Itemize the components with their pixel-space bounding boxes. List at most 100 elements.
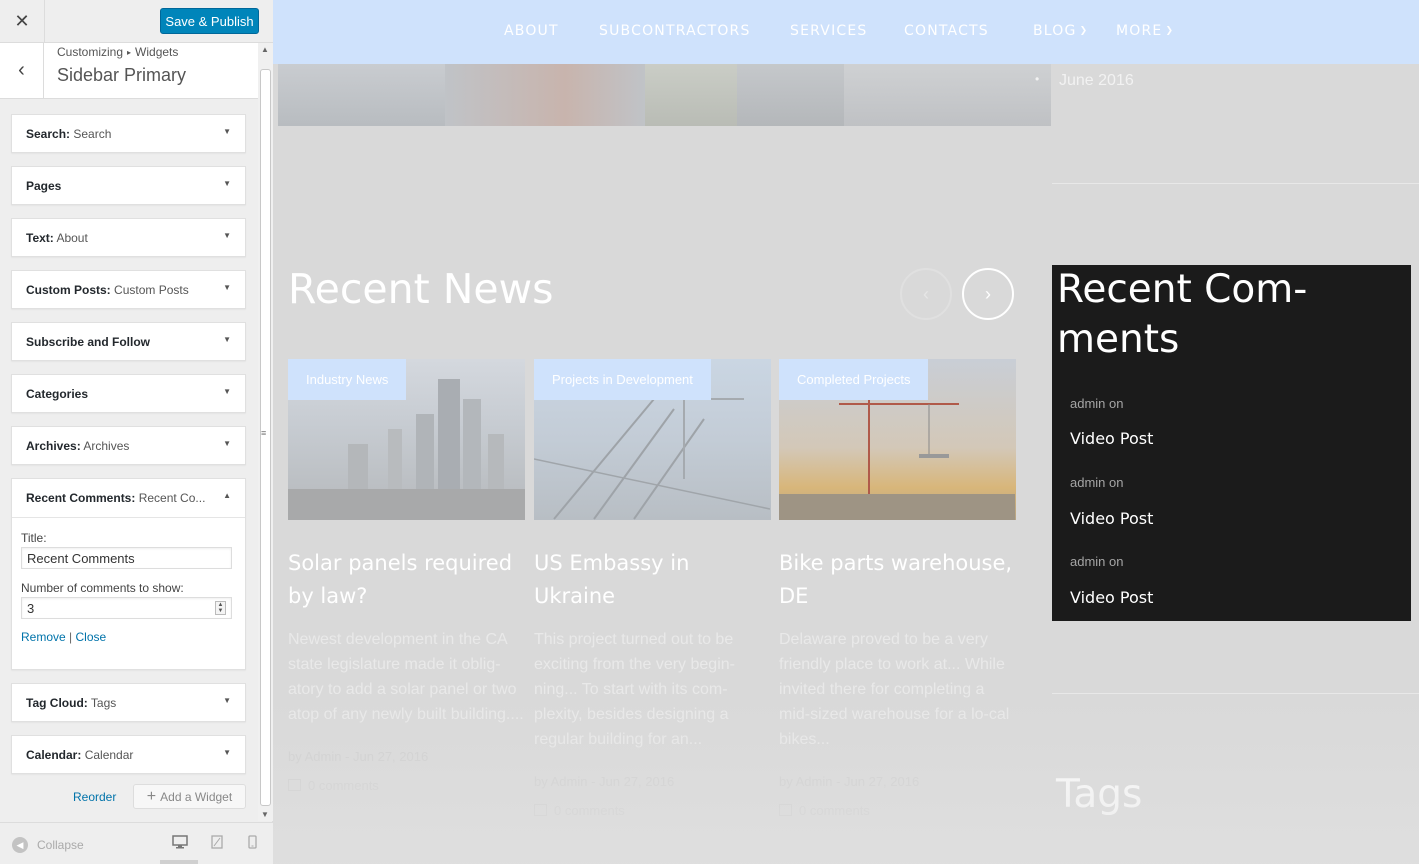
widget-text-about[interactable]: Text: About ▼ bbox=[11, 218, 246, 257]
widget-calendar[interactable]: Calendar: Calendar ▼ bbox=[11, 735, 246, 774]
close-icon[interactable]: ✕ bbox=[0, 0, 45, 43]
expand-arrow-icon[interactable]: ▼ bbox=[223, 335, 231, 344]
nav-more[interactable]: MORE ❯ bbox=[1116, 23, 1174, 39]
gallery-image bbox=[278, 64, 445, 126]
nav-blog-label: BLOG bbox=[1033, 23, 1077, 39]
title-label: Title: bbox=[21, 531, 47, 545]
widget-subtitle: Search bbox=[73, 127, 112, 141]
recent-comments-title: Recent Com-ments bbox=[1057, 267, 1308, 362]
collapse-label: Collapse bbox=[37, 838, 84, 852]
nav-blog[interactable]: BLOG ❯ bbox=[1033, 23, 1088, 39]
news-card[interactable]: Completed Projects Bike parts warehouse,… bbox=[779, 359, 1016, 818]
comment-author: admin on bbox=[1070, 475, 1124, 490]
spinner-icon[interactable]: ▲ ▼ bbox=[215, 601, 226, 615]
scroll-up-icon[interactable]: ▲ bbox=[261, 45, 269, 54]
comment-post-link[interactable]: Video Post bbox=[1070, 588, 1153, 607]
news-excerpt: Newest development in the CA state legis… bbox=[288, 631, 524, 723]
widget-pages[interactable]: Pages ▼ bbox=[11, 166, 246, 205]
news-image[interactable]: Projects in Development bbox=[534, 359, 771, 520]
chevron-down-icon: ❯ bbox=[1079, 26, 1089, 36]
tablet-icon[interactable] bbox=[211, 835, 223, 853]
reorder-link[interactable]: Reorder bbox=[73, 790, 116, 804]
category-tag[interactable]: Industry News bbox=[288, 359, 407, 400]
scroll-down-icon[interactable]: ▼ bbox=[261, 810, 269, 819]
chevron-down-icon: ❯ bbox=[1165, 26, 1175, 36]
nav-about[interactable]: ABOUT bbox=[504, 23, 559, 39]
widget-name: Archives: bbox=[26, 439, 81, 453]
plus-icon: + bbox=[146, 787, 157, 805]
scroll-grip-icon: ≡ bbox=[261, 428, 267, 438]
widget-recent-comments[interactable]: Recent Comments: Recent Co... ▲ Title: R… bbox=[11, 478, 246, 670]
breadcrumb: Customizing ▸ Widgets bbox=[57, 45, 178, 59]
nav-subcontractors[interactable]: SUBCONTRACTORS bbox=[599, 23, 751, 39]
widget-categories[interactable]: Categories ▼ bbox=[11, 374, 246, 413]
comment-author: admin on bbox=[1070, 554, 1124, 569]
news-excerpt: This project turned out to be exciting f… bbox=[534, 631, 735, 748]
expand-arrow-icon[interactable]: ▼ bbox=[223, 439, 231, 448]
section-title: Sidebar Primary bbox=[57, 65, 187, 85]
widget-subscribe-follow[interactable]: Subscribe and Follow ▼ bbox=[11, 322, 246, 361]
widget-name: Custom Posts: bbox=[26, 283, 111, 297]
widget-footer-actions: Reorder + Add a Widget bbox=[11, 784, 246, 809]
tags-title: Tags bbox=[1056, 772, 1143, 817]
nav-services[interactable]: SERVICES bbox=[790, 23, 868, 39]
bullet-icon: • bbox=[1035, 72, 1040, 86]
news-meta: by Admin - Jun 27, 2016 bbox=[288, 749, 429, 764]
news-image[interactable]: Completed Projects bbox=[779, 359, 1016, 520]
widget-header[interactable]: Recent Comments: Recent Co... ▲ bbox=[12, 479, 245, 518]
widget-tag-cloud[interactable]: Tag Cloud: Tags ▼ bbox=[11, 683, 246, 722]
divider bbox=[1052, 183, 1419, 184]
expand-arrow-icon[interactable]: ▼ bbox=[223, 283, 231, 292]
collapse-arrow-icon[interactable]: ▲ bbox=[223, 491, 231, 500]
back-arrow-icon[interactable]: ‹ bbox=[0, 43, 44, 98]
count-input[interactable]: 3 ▲ ▼ bbox=[21, 597, 232, 619]
news-meta: by Admin - Jun 27, 2016 bbox=[779, 774, 920, 789]
add-widget-button[interactable]: + Add a Widget bbox=[133, 784, 246, 809]
news-title[interactable]: US Embassy in Ukraine bbox=[534, 547, 771, 613]
comment-post-link[interactable]: Video Post bbox=[1070, 509, 1153, 528]
comments-link[interactable]: 0 comments bbox=[288, 778, 525, 793]
archive-item[interactable]: • June 2016 bbox=[1035, 72, 1134, 90]
news-meta: by Admin - Jun 27, 2016 bbox=[534, 774, 675, 789]
widget-subtitle: Custom Posts bbox=[114, 283, 189, 297]
comments-link[interactable]: 0 comments bbox=[779, 803, 1016, 818]
widget-search[interactable]: Search: Search ▼ bbox=[11, 114, 246, 153]
remove-link[interactable]: Remove bbox=[21, 630, 66, 644]
widget-subtitle: Tags bbox=[90, 696, 117, 710]
mobile-icon[interactable] bbox=[248, 835, 257, 853]
count-label: Number of comments to show: bbox=[21, 581, 184, 595]
customizer-footer: ◀ Collapse bbox=[0, 822, 273, 864]
expand-arrow-icon[interactable]: ▼ bbox=[223, 127, 231, 136]
news-title[interactable]: Solar panels required by law? bbox=[288, 547, 525, 613]
desktop-icon[interactable] bbox=[160, 835, 198, 864]
next-arrow-icon[interactable]: › bbox=[962, 268, 1014, 320]
customizer-header: ✕ Save & Publish bbox=[0, 0, 273, 43]
widget-form: Title: Recent Comments Number of comment… bbox=[12, 518, 245, 644]
expand-arrow-icon[interactable]: ▼ bbox=[223, 387, 231, 396]
collapse-button[interactable]: ◀ Collapse bbox=[12, 837, 84, 853]
widget-custom-posts[interactable]: Custom Posts: Custom Posts ▼ bbox=[11, 270, 246, 309]
expand-arrow-icon[interactable]: ▼ bbox=[223, 231, 231, 240]
expand-arrow-icon[interactable]: ▼ bbox=[223, 179, 231, 188]
save-publish-button[interactable]: Save & Publish bbox=[160, 8, 259, 34]
comments-link[interactable]: 0 comments bbox=[534, 803, 771, 818]
nav-contacts[interactable]: CONTACTS bbox=[904, 23, 989, 39]
recent-news-title: Recent News bbox=[288, 265, 554, 313]
site-preview: • June 2016 ABOUT SUBCONTRACTORS SERVICES… bbox=[273, 0, 1419, 864]
category-tag[interactable]: Completed Projects bbox=[779, 359, 929, 400]
prev-arrow-icon[interactable]: ‹ bbox=[900, 268, 952, 320]
widget-archives[interactable]: Archives: Archives ▼ bbox=[11, 426, 246, 465]
scrollbar[interactable]: ▲ ≡ ▼ bbox=[258, 43, 273, 821]
expand-arrow-icon[interactable]: ▼ bbox=[223, 696, 231, 705]
title-input[interactable]: Recent Comments bbox=[21, 547, 232, 569]
close-link[interactable]: Close bbox=[76, 630, 107, 644]
expand-arrow-icon[interactable]: ▼ bbox=[223, 748, 231, 757]
category-tag[interactable]: Projects in Development bbox=[534, 359, 711, 400]
news-card[interactable]: Projects in Development US Embassy in Uk… bbox=[534, 359, 771, 818]
breadcrumb-customizing: Customizing bbox=[57, 45, 124, 59]
news-image[interactable]: Industry News bbox=[288, 359, 525, 520]
comment-post-link[interactable]: Video Post bbox=[1070, 429, 1153, 448]
news-title[interactable]: Bike parts warehouse, DE bbox=[779, 547, 1016, 613]
news-card[interactable]: Industry News Solar panels required by l… bbox=[288, 359, 525, 793]
comment-author: admin on bbox=[1070, 396, 1124, 411]
